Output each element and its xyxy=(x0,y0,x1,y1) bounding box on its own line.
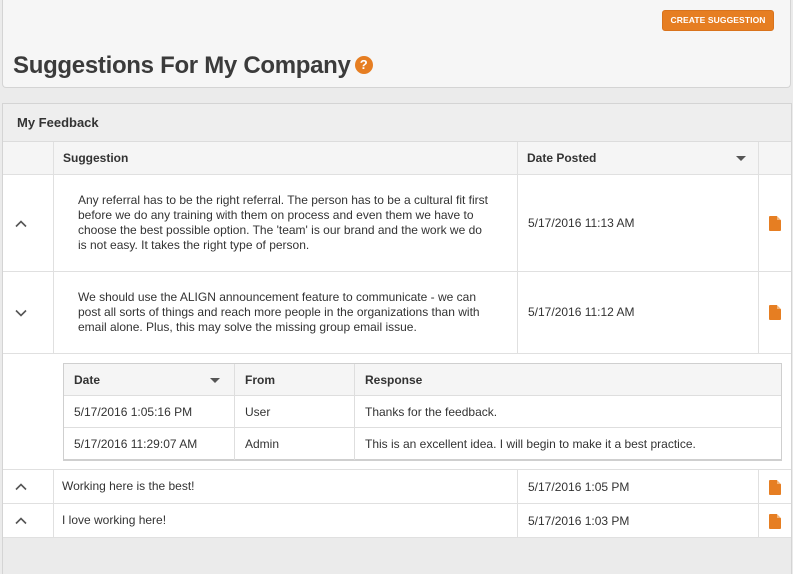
suggestion-cell: We should use the ALIGN announcement fea… xyxy=(54,272,518,353)
header-toggle-col xyxy=(3,142,54,174)
help-icon[interactable]: ? xyxy=(354,56,373,74)
row-toggle-cell xyxy=(3,272,54,353)
feedback-panel: My Feedback Suggestion Date Posted Any r… xyxy=(2,103,792,574)
date-cell: 5/17/2016 1:05 PM xyxy=(518,470,759,503)
response-table: Date From Response 5/17/2016 1:05:16 PM … xyxy=(63,363,782,461)
suggestion-text: Any referral has to be the right referra… xyxy=(78,193,488,252)
create-suggestion-button[interactable]: CREATE SUGGESTION xyxy=(662,10,774,31)
chevron-down-icon[interactable] xyxy=(15,307,27,319)
page-header: CREATE SUGGESTION Suggestions For My Com… xyxy=(2,0,791,88)
response-detail: Date From Response 5/17/2016 1:05:16 PM … xyxy=(3,354,791,470)
response-header-response[interactable]: Response xyxy=(355,373,422,387)
response-from: User xyxy=(245,405,271,419)
document-icon[interactable] xyxy=(769,480,781,495)
table-row: Working here is the best! 5/17/2016 1:05… xyxy=(3,470,791,504)
response-date: 5/17/2016 11:29:07 AM xyxy=(74,437,198,451)
response-row: 5/17/2016 11:29:07 AM Admin This is an e… xyxy=(64,428,781,460)
response-header-date-label: Date xyxy=(74,373,101,387)
date-posted: 5/17/2016 1:03 PM xyxy=(528,514,630,528)
icon-cell xyxy=(759,504,791,537)
feedback-grid: Suggestion Date Posted Any referral has … xyxy=(3,142,791,538)
response-row: 5/17/2016 1:05:16 PM User Thanks for the… xyxy=(64,396,781,428)
response-text: Thanks for the feedback. xyxy=(365,405,498,419)
row-toggle-cell xyxy=(3,175,54,271)
page-title: Suggestions For My Company? xyxy=(13,52,373,80)
document-icon[interactable] xyxy=(769,514,781,529)
chevron-up-icon[interactable] xyxy=(15,515,27,527)
response-text: This is an excellent idea. I will begin … xyxy=(365,437,696,451)
row-toggle-cell xyxy=(3,470,54,503)
header-suggestion[interactable]: Suggestion xyxy=(54,142,518,174)
date-posted: 5/17/2016 1:05 PM xyxy=(528,480,630,494)
response-header-row: Date From Response xyxy=(64,364,781,396)
chevron-up-icon[interactable] xyxy=(15,218,27,230)
response-header-from[interactable]: From xyxy=(235,373,275,387)
table-row: I love working here! 5/17/2016 1:03 PM xyxy=(3,504,791,538)
table-row: Any referral has to be the right referra… xyxy=(3,175,791,272)
suggestion-cell: I love working here! xyxy=(54,504,518,537)
icon-cell xyxy=(759,175,791,271)
table-row: We should use the ALIGN announcement fea… xyxy=(3,272,791,354)
response-header-date[interactable]: Date xyxy=(64,364,235,395)
header-date-posted-label: Date Posted xyxy=(527,151,597,165)
sort-caret-icon[interactable] xyxy=(210,378,220,383)
response-from: Admin xyxy=(245,437,280,451)
icon-cell xyxy=(759,272,791,353)
sort-caret-icon[interactable] xyxy=(736,156,746,161)
date-posted: 5/17/2016 11:12 AM xyxy=(528,305,635,319)
suggestion-cell: Any referral has to be the right referra… xyxy=(54,175,518,271)
panel-title: My Feedback xyxy=(3,104,791,142)
date-posted: 5/17/2016 11:13 AM xyxy=(528,216,635,230)
suggestion-text: I love working here! xyxy=(62,513,167,527)
suggestion-text: Working here is the best! xyxy=(62,479,195,493)
response-date: 5/17/2016 1:05:16 PM xyxy=(74,405,193,419)
date-cell: 5/17/2016 11:12 AM xyxy=(518,272,759,353)
chevron-up-icon[interactable] xyxy=(15,481,27,493)
document-icon[interactable] xyxy=(769,216,781,231)
row-toggle-cell xyxy=(3,504,54,537)
date-cell: 5/17/2016 11:13 AM xyxy=(518,175,759,271)
header-icon-col xyxy=(759,142,791,174)
suggestion-text: We should use the ALIGN announcement fea… xyxy=(78,290,480,334)
header-date-posted[interactable]: Date Posted xyxy=(518,142,759,174)
document-icon[interactable] xyxy=(769,305,781,320)
date-cell: 5/17/2016 1:03 PM xyxy=(518,504,759,537)
page-title-text: Suggestions For My Company xyxy=(13,52,351,79)
icon-cell xyxy=(759,470,791,503)
suggestion-cell: Working here is the best! xyxy=(54,470,518,503)
grid-header-row: Suggestion Date Posted xyxy=(3,142,791,175)
